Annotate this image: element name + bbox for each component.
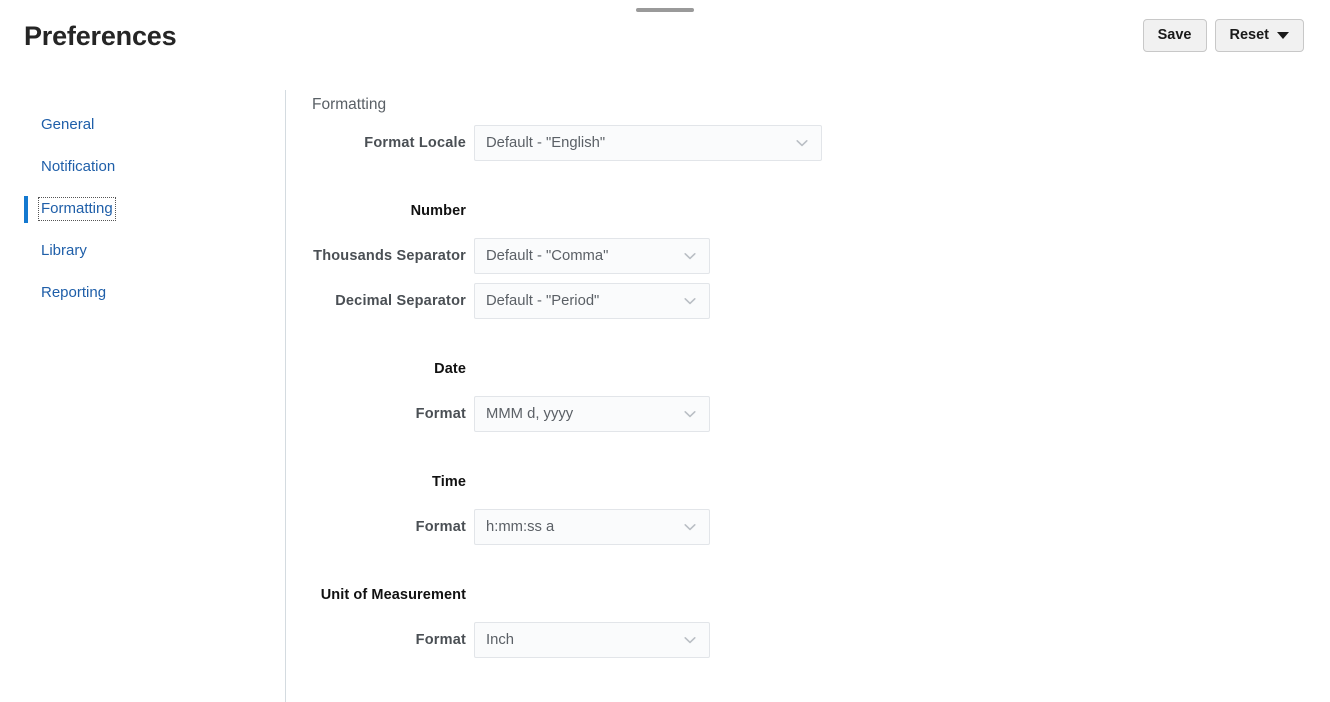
sidebar-item-library[interactable]: Library: [0, 230, 285, 272]
chevron-down-icon: [683, 633, 697, 647]
select-format[interactable]: Inch: [474, 622, 710, 658]
chevron-down-icon: [795, 136, 809, 150]
field-label: Format: [415, 519, 466, 535]
page-title: Preferences: [24, 21, 177, 51]
preferences-content: Formatting Format Locale Default - "Engli…: [286, 90, 1330, 702]
select-value: Default - "English": [486, 134, 606, 151]
field-row-format: Format h:mm:ss a: [286, 509, 710, 545]
field-row-format: Format MMM d, yyyy: [286, 396, 710, 432]
preferences-sidebar: General Notification Formatting Library Repo…: [0, 104, 285, 314]
field-row-decimal-separator: Decimal Separator Default - "Period": [286, 283, 710, 319]
save-button-label: Save: [1157, 27, 1192, 44]
select-format-locale[interactable]: Default - "English": [474, 125, 822, 161]
sidebar-item-label: Library: [41, 242, 87, 259]
reset-button[interactable]: Reset: [1214, 19, 1304, 52]
select-format[interactable]: MMM d, yyyy: [474, 396, 710, 432]
select-thousands-separator[interactable]: Default - "Comma": [474, 238, 710, 274]
field-label: Format: [415, 632, 466, 648]
field-label: Thousands Separator: [313, 248, 466, 264]
select-decimal-separator[interactable]: Default - "Period": [474, 283, 710, 319]
field-label: Decimal Separator: [335, 293, 466, 309]
sidebar-item-label: Formatting: [38, 197, 116, 221]
field-label: Format Locale: [364, 135, 466, 151]
field-row-format: Format Inch: [286, 622, 710, 658]
sidebar-item-label: Reporting: [41, 284, 107, 301]
sidebar-item-label: General: [41, 116, 95, 133]
sidebar-item-notification[interactable]: Notification: [0, 146, 285, 188]
chevron-down-icon: [683, 249, 697, 263]
field-label: Format: [415, 406, 466, 422]
group-heading: Unit of Measurement: [320, 587, 466, 603]
field-row-thousands-separator: Thousands Separator Default - "Comma": [286, 238, 710, 274]
group-heading: Number: [410, 203, 466, 219]
group-heading: Time: [432, 474, 466, 490]
select-value: h:mm:ss a: [486, 518, 555, 535]
preferences-dialog: Preferences Save Reset General Notificati…: [0, 0, 1330, 702]
sidebar-item-formatting[interactable]: Formatting: [0, 188, 285, 230]
caret-down-icon: [1277, 32, 1289, 39]
select-format[interactable]: h:mm:ss a: [474, 509, 710, 545]
chevron-down-icon: [683, 520, 697, 534]
select-value: Inch: [486, 631, 514, 648]
group-time: Time: [286, 464, 474, 500]
group-number: Number: [286, 193, 474, 229]
group-heading: Date: [434, 361, 466, 377]
sidebar-item-label: Notification: [41, 158, 116, 175]
section-title: Formatting: [312, 96, 387, 113]
save-button[interactable]: Save: [1142, 19, 1207, 52]
sidebar-item-reporting[interactable]: Reporting: [0, 272, 285, 314]
select-value: MMM d, yyyy: [486, 405, 574, 422]
header-actions: Save Reset: [1142, 19, 1304, 52]
field-row-format-locale: Format Locale Default - "English": [286, 125, 822, 161]
chevron-down-icon: [683, 294, 697, 308]
reset-button-label: Reset: [1229, 27, 1270, 44]
dialog-header: Preferences Save Reset: [0, 0, 1330, 72]
group-unit-of-measurement: Unit of Measurement: [286, 577, 474, 613]
sidebar-item-general[interactable]: General: [0, 104, 285, 146]
select-value: Default - "Period": [486, 292, 600, 309]
chevron-down-icon: [683, 407, 697, 421]
group-date: Date: [286, 351, 474, 387]
select-value: Default - "Comma": [486, 247, 609, 264]
